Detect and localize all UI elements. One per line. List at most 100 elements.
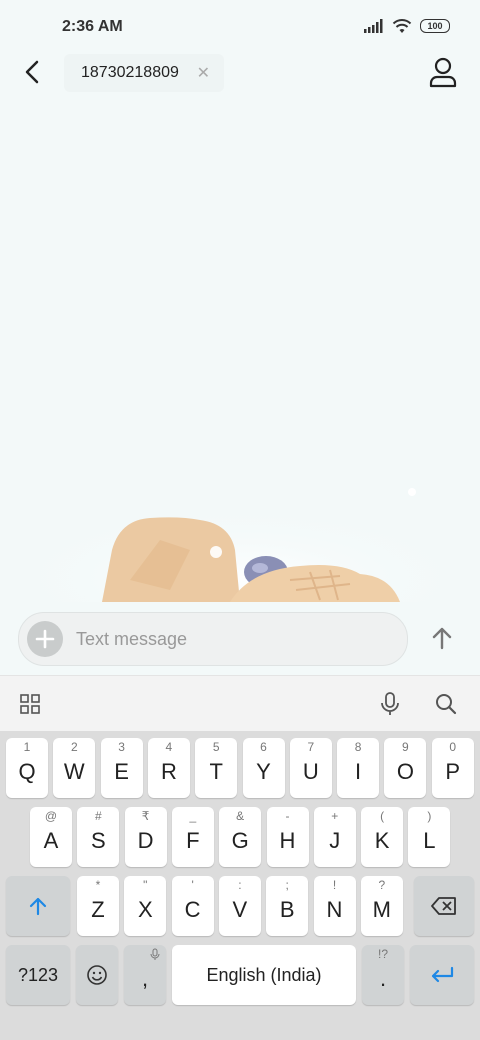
- key-o[interactable]: 9O: [384, 738, 427, 798]
- key-hint: :: [238, 878, 242, 892]
- add-attachment-button[interactable]: [27, 621, 63, 657]
- key-l[interactable]: ) L: [408, 807, 451, 867]
- signal-icon: [364, 19, 383, 33]
- key-y[interactable]: 6Y: [242, 738, 285, 798]
- background-illustration: [40, 480, 440, 602]
- key-b[interactable]: ; B: [266, 876, 309, 936]
- send-arrow-icon: [432, 627, 452, 650]
- key-u[interactable]: 7U: [289, 738, 332, 798]
- voice-input-button[interactable]: [376, 690, 404, 718]
- key-w[interactable]: 2W: [53, 738, 96, 798]
- key-label: G: [231, 828, 249, 853]
- key-k[interactable]: (K: [361, 807, 404, 867]
- key-v[interactable]: :V: [218, 876, 261, 936]
- back-arrow-icon: [25, 60, 39, 84]
- key-hint: !: [332, 878, 337, 892]
- key-q[interactable]: 1Q: [6, 738, 48, 798]
- key-c[interactable]: ' C: [171, 876, 214, 936]
- key-x[interactable]: " X: [124, 876, 167, 936]
- key-hint: &: [236, 809, 245, 823]
- period-key[interactable]: !? .: [362, 945, 404, 1005]
- status-icons: 100: [364, 18, 450, 34]
- key-i[interactable]: 8I: [337, 738, 380, 798]
- key-hint: 5: [212, 740, 220, 754]
- conversation-header: 18730218809 ✕: [0, 50, 480, 96]
- key-label: A: [43, 828, 59, 853]
- emoji-key[interactable]: [76, 945, 118, 1005]
- space-key[interactable]: English (India): [172, 945, 356, 1005]
- keyboard-toolbar: [0, 675, 480, 732]
- key-t[interactable]: 5T: [195, 738, 238, 798]
- status-time: 2:36 AM: [62, 18, 123, 35]
- key-label: W: [63, 759, 85, 784]
- grid-icon: [20, 694, 40, 714]
- key-label: Z: [91, 897, 105, 922]
- key-d[interactable]: ₹ D: [124, 807, 167, 867]
- recipient-chip[interactable]: 18730218809 ✕: [64, 54, 224, 92]
- key-label: Q: [18, 759, 36, 784]
- wifi-icon: [392, 19, 412, 33]
- key-hint: 7: [307, 740, 315, 754]
- key-label: M: [372, 897, 391, 922]
- key-m[interactable]: ? M: [360, 876, 403, 936]
- key-n[interactable]: ! N: [313, 876, 356, 936]
- symbols-key[interactable]: ?123: [6, 945, 70, 1005]
- microphone-icon: [381, 692, 399, 715]
- key-label: C: [184, 897, 201, 922]
- enter-key[interactable]: [410, 945, 474, 1005]
- key-hint: ?: [378, 878, 386, 892]
- key-z[interactable]: * Z: [77, 876, 119, 936]
- shift-arrow-icon: [29, 897, 47, 916]
- remove-recipient-icon[interactable]: ✕: [197, 63, 210, 83]
- key-label: N: [326, 897, 343, 922]
- key-label: E: [114, 759, 129, 784]
- key-s[interactable]: # S: [77, 807, 120, 867]
- key-h[interactable]: -H: [266, 807, 309, 867]
- contact-button[interactable]: [428, 56, 458, 88]
- key-label: J: [329, 828, 341, 853]
- message-input[interactable]: [76, 613, 376, 665]
- apps-grid-button[interactable]: [16, 690, 44, 718]
- key-g[interactable]: & G: [219, 807, 262, 867]
- key-label: P: [445, 759, 461, 784]
- comma-key[interactable]: ,: [124, 945, 166, 1005]
- key-hint: 3: [118, 740, 125, 754]
- key-hint: _: [189, 809, 197, 823]
- key-hint: @: [44, 809, 58, 823]
- period-label: .: [379, 966, 387, 991]
- send-button[interactable]: [424, 620, 460, 656]
- shift-key[interactable]: [6, 876, 70, 936]
- keyboard-search-button[interactable]: [432, 690, 460, 718]
- key-hint: (: [380, 809, 385, 823]
- key-hint: -: [285, 809, 290, 823]
- key-hint: ₹: [141, 809, 150, 823]
- key-hint: #: [94, 809, 102, 823]
- key-hint: 1: [23, 740, 31, 754]
- key-p[interactable]: 0P: [431, 738, 474, 798]
- key-hint: +: [331, 809, 339, 823]
- backspace-key[interactable]: [414, 876, 474, 936]
- key-hint: ;: [285, 878, 289, 892]
- key-r[interactable]: 4R: [147, 738, 190, 798]
- key-hint: ): [427, 809, 432, 823]
- key-label: H: [279, 828, 296, 853]
- key-label: R: [160, 759, 177, 784]
- key-hint: ": [143, 878, 148, 892]
- key-label: X: [137, 897, 153, 922]
- key-f[interactable]: _ F: [171, 807, 214, 867]
- small-microphone-icon: [150, 948, 160, 960]
- key-label: T: [209, 759, 223, 784]
- key-label: S: [90, 828, 106, 853]
- compose-bar: [18, 612, 408, 666]
- back-button[interactable]: [18, 58, 46, 86]
- key-e[interactable]: 3E: [100, 738, 143, 798]
- key-label: L: [423, 828, 436, 853]
- key-a[interactable]: @ A: [30, 807, 72, 867]
- key-label: O: [396, 759, 414, 784]
- key-j[interactable]: + J: [313, 807, 356, 867]
- battery-indicator: 100: [420, 19, 450, 33]
- key-hint: 9: [402, 740, 409, 754]
- keyboard: 1Q2W3E4R5T6Y7U8I9O0P @ A # S ₹ D _ F & G - H + J(K) L …: [0, 731, 480, 1040]
- key-label: V: [232, 897, 248, 922]
- key-hint: 0: [449, 740, 457, 754]
